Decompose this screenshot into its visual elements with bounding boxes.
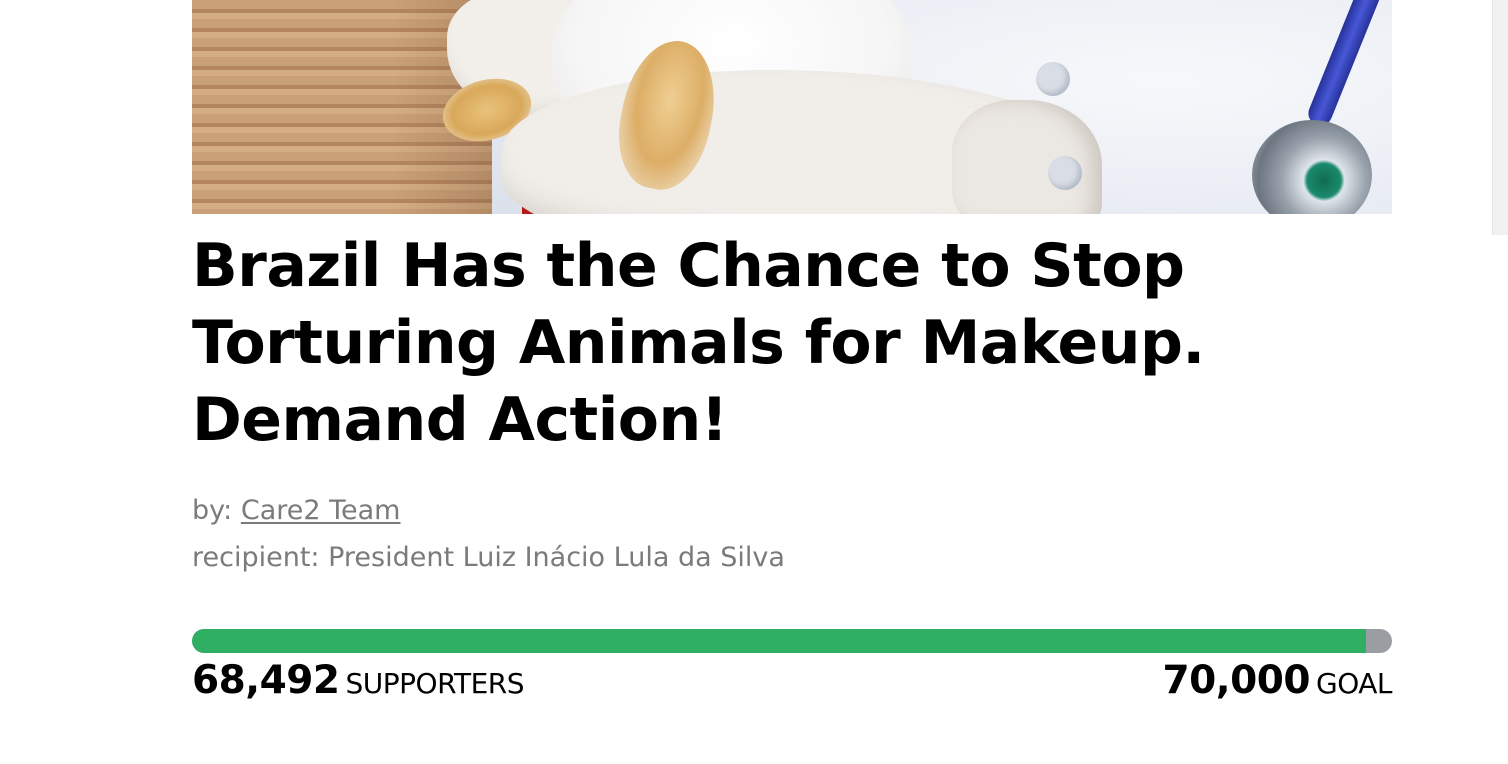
supporters-label: SUPPORTERS <box>345 667 525 700</box>
author-link[interactable]: Care2 Team <box>241 495 401 526</box>
petition-title: Brazil Has the Chance to Stop Torturing … <box>192 231 1205 455</box>
recipient-prefix: recipient: <box>192 542 320 573</box>
author-prefix: by: <box>192 495 233 526</box>
progress-fill <box>192 629 1367 653</box>
goal-number: 70,000 <box>1162 658 1311 703</box>
coat-button <box>1036 62 1070 96</box>
petition-author: by: Care2 Team <box>192 495 400 526</box>
supporters-count: 68,492 SUPPORTERS <box>192 658 525 703</box>
petition-page: Brazil Has the Chance to Stop Torturing … <box>0 0 1508 764</box>
supporters-number: 68,492 <box>192 658 340 703</box>
scrollbar[interactable] <box>1492 0 1508 235</box>
petition-hero-image <box>192 0 1392 214</box>
signature-progress-bar <box>192 629 1392 653</box>
recipient-name: President Luiz Inácio Lula da Silva <box>328 542 785 573</box>
goal-count: 70,000 GOAL <box>1163 658 1393 703</box>
coat-button <box>1048 156 1082 190</box>
petition-recipient: recipient: President Luiz Inácio Lula da… <box>192 542 785 573</box>
goal-label: GOAL <box>1316 667 1393 700</box>
